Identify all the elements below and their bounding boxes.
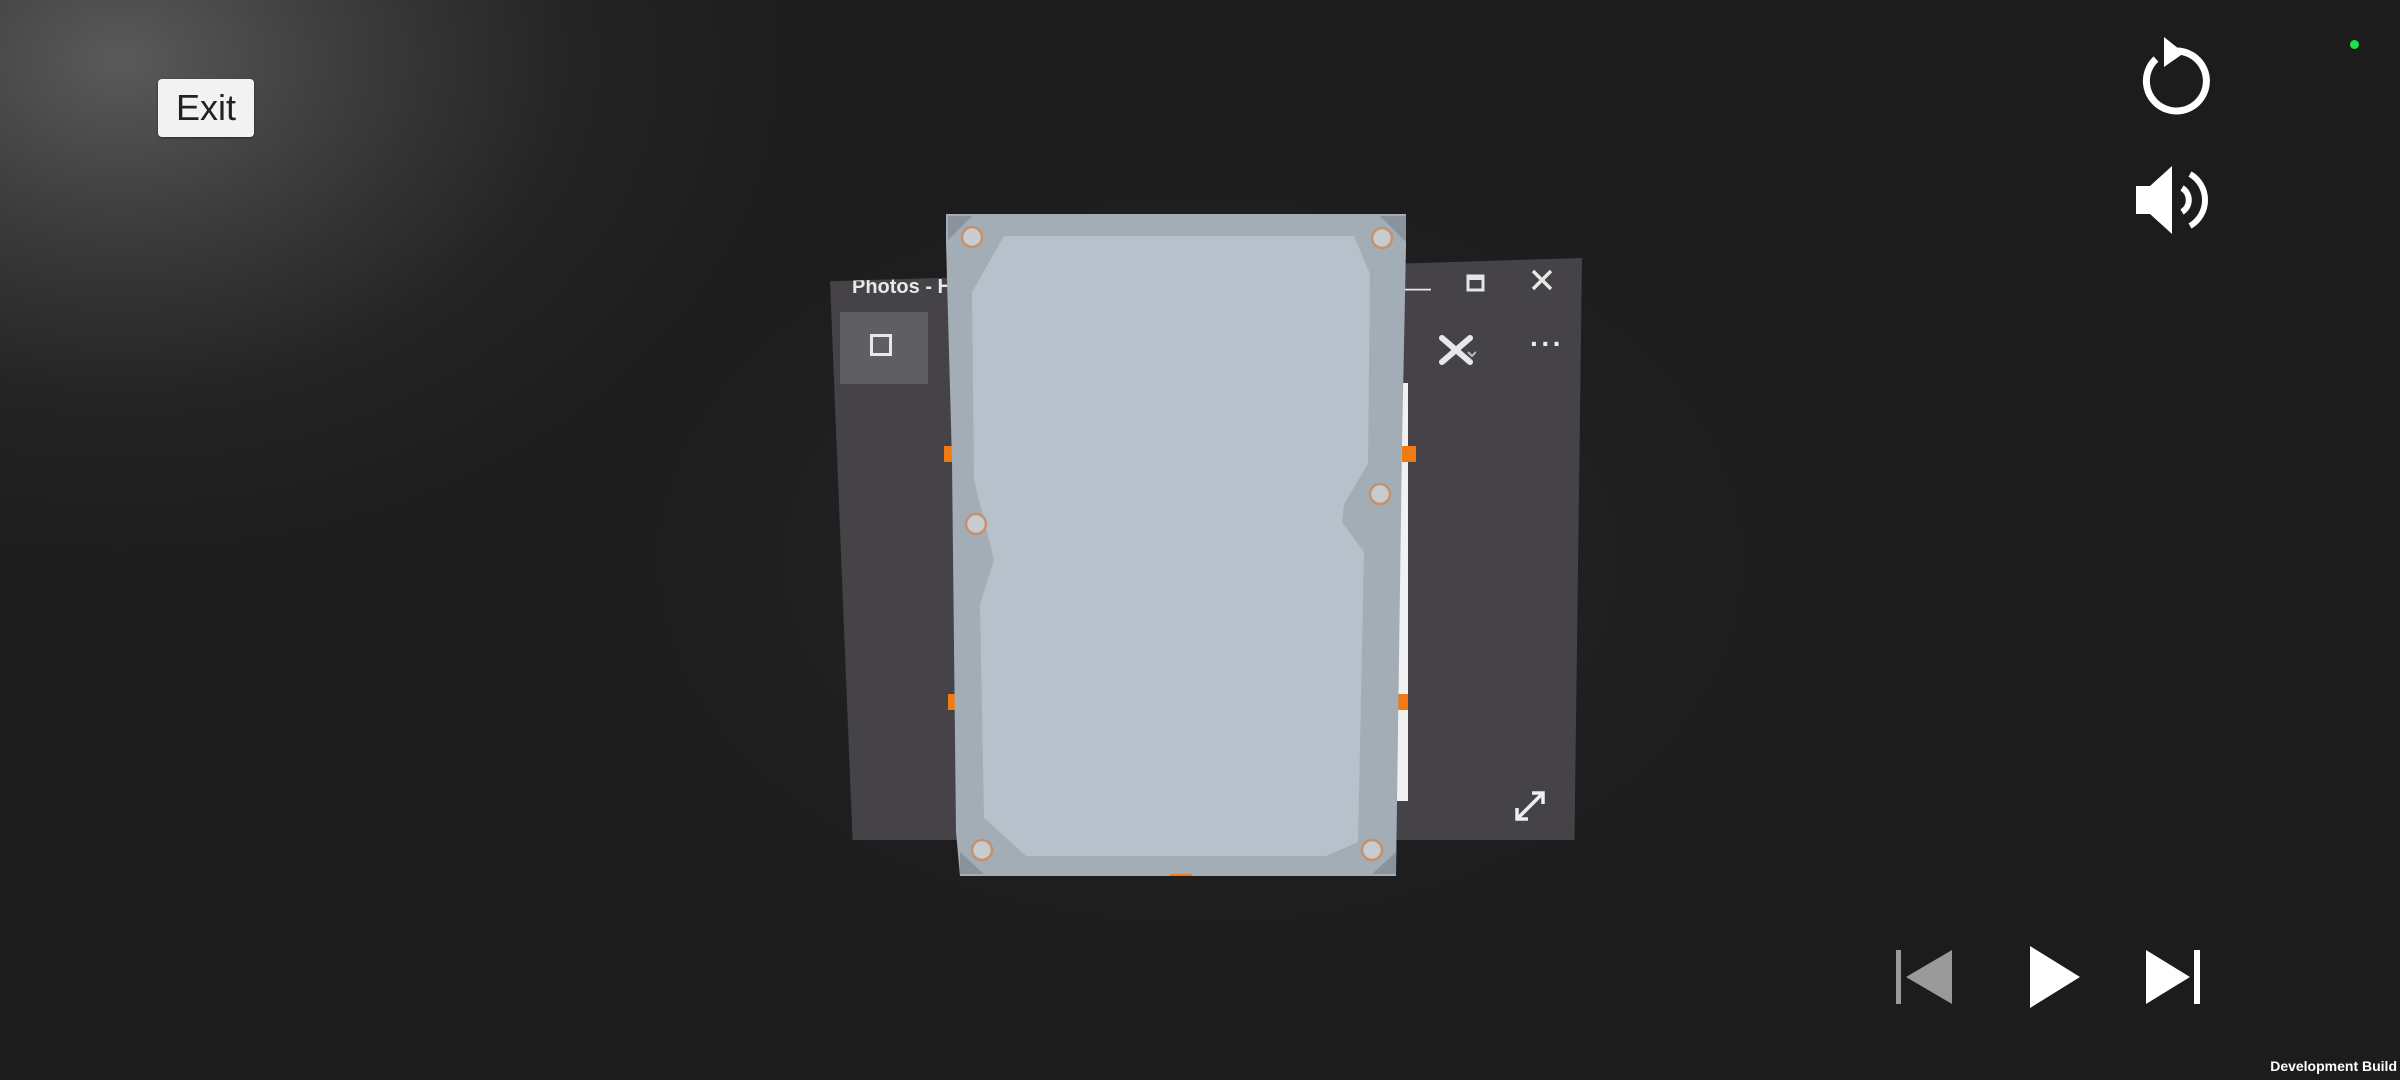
development-build-label: Development Build	[2270, 1058, 2397, 1074]
play-icon[interactable]	[2026, 944, 2082, 1010]
close-icon	[1530, 268, 1554, 299]
exit-button[interactable]: Exit	[158, 79, 254, 137]
skip-previous-icon[interactable]	[1894, 946, 1954, 1008]
edit-tool-icon	[1436, 330, 1477, 370]
expand-icon	[1512, 788, 1548, 824]
maximize-icon	[1465, 270, 1487, 301]
minimize-icon: —	[1405, 272, 1431, 302]
more-options-icon: ···	[1530, 328, 1564, 359]
status-indicator	[2350, 40, 2359, 49]
skip-next-icon[interactable]	[2144, 948, 2204, 1006]
image-thumbnail-tile	[840, 312, 928, 384]
hard-drive-model	[946, 214, 1406, 876]
reload-icon[interactable]	[2136, 37, 2212, 117]
volume-icon[interactable]	[2134, 160, 2214, 240]
